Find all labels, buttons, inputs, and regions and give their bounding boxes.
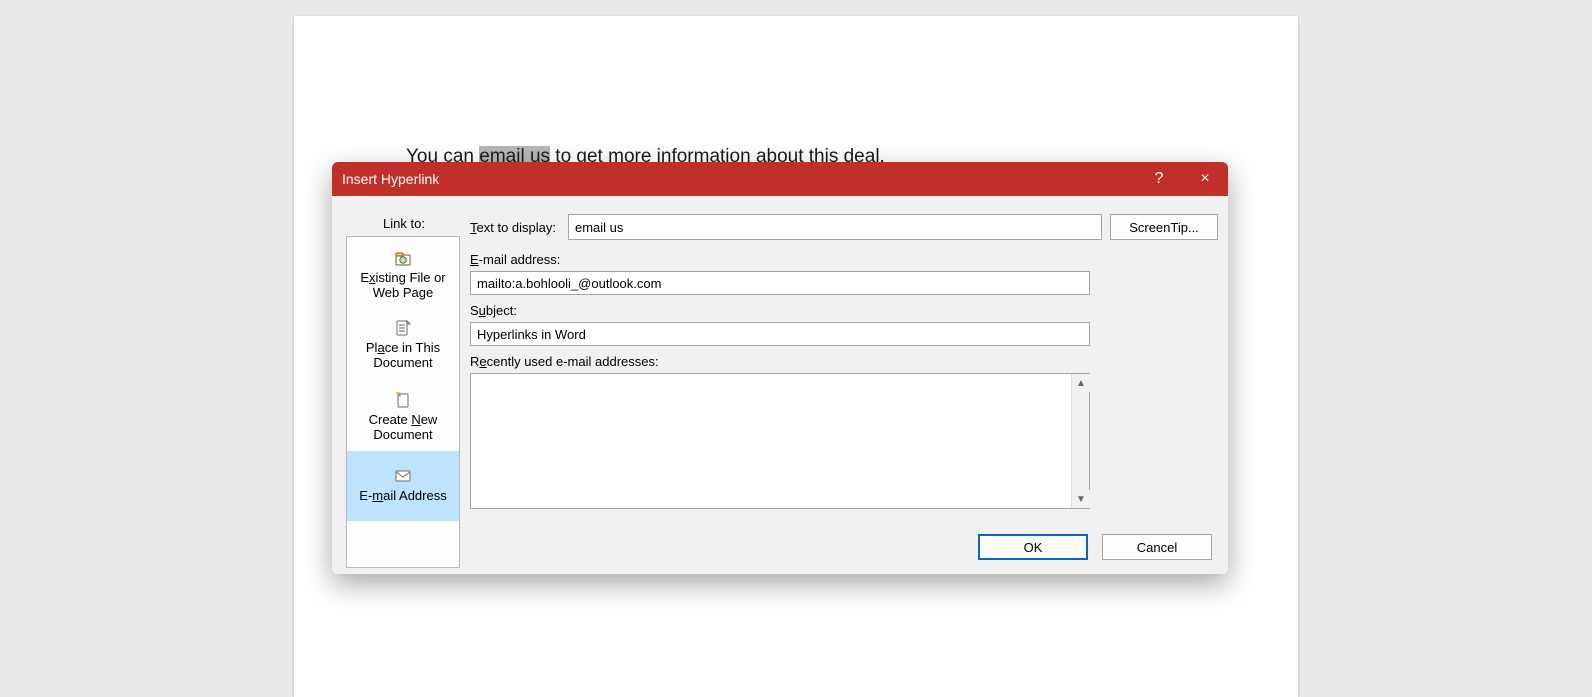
- link-to-label: Link to:: [344, 216, 464, 231]
- link-to-panel: Existing File or Web Page Place in This …: [346, 236, 460, 568]
- ok-button[interactable]: OK: [978, 534, 1088, 560]
- close-button[interactable]: ×: [1182, 162, 1228, 196]
- dialog-titlebar[interactable]: Insert Hyperlink ? ×: [332, 162, 1228, 196]
- text-to-display-row: Text to display: ScreenTip...: [470, 214, 1218, 240]
- existing-file-icon: [394, 249, 412, 267]
- email-address-icon: [394, 467, 412, 485]
- close-icon: ×: [1200, 170, 1209, 188]
- dialog-title: Insert Hyperlink: [342, 171, 439, 187]
- subject-input[interactable]: [470, 322, 1090, 346]
- help-button[interactable]: ?: [1136, 162, 1182, 196]
- subject-label: Subject:: [470, 303, 1218, 318]
- text-to-display-label: Text to display:: [470, 220, 560, 235]
- place-in-document-icon: [394, 319, 412, 337]
- linkto-existing-file[interactable]: Existing File or Web Page: [347, 237, 459, 307]
- insert-hyperlink-dialog: Insert Hyperlink ? × Link to: Existing F…: [332, 162, 1228, 574]
- linkto-create-new-document[interactable]: Create New Document: [347, 379, 459, 451]
- hyperlink-form: Text to display: ScreenTip... E-mail add…: [470, 214, 1218, 566]
- help-icon: ?: [1155, 170, 1164, 188]
- cancel-button[interactable]: Cancel: [1102, 534, 1212, 560]
- email-address-label: E-mail address:: [470, 252, 1218, 267]
- linkto-place-label: Place in This Document: [366, 340, 440, 370]
- recent-scrollbar[interactable]: ▲ ▼: [1071, 374, 1089, 508]
- scroll-down-arrow-icon[interactable]: ▼: [1072, 490, 1090, 508]
- recently-used-listbox[interactable]: ▲ ▼: [470, 373, 1090, 509]
- linkto-newdoc-label: Create New Document: [369, 412, 438, 442]
- scroll-up-arrow-icon[interactable]: ▲: [1072, 374, 1090, 392]
- text-to-display-input[interactable]: [568, 214, 1102, 240]
- linkto-email-label: E-mail Address: [359, 488, 446, 503]
- linkto-email-address[interactable]: E-mail Address: [347, 451, 459, 521]
- linkto-existing-label: Existing File or Web Page: [360, 270, 445, 300]
- email-address-input[interactable]: [470, 271, 1090, 295]
- screentip-button[interactable]: ScreenTip...: [1110, 214, 1218, 240]
- create-new-document-icon: [394, 391, 412, 409]
- dialog-button-row: OK Cancel: [978, 534, 1212, 560]
- recently-used-label: Recently used e-mail addresses:: [470, 354, 1218, 369]
- linkto-place-in-document[interactable]: Place in This Document: [347, 307, 459, 379]
- dialog-body: Link to: Existing File or Web Page Place…: [336, 196, 1224, 570]
